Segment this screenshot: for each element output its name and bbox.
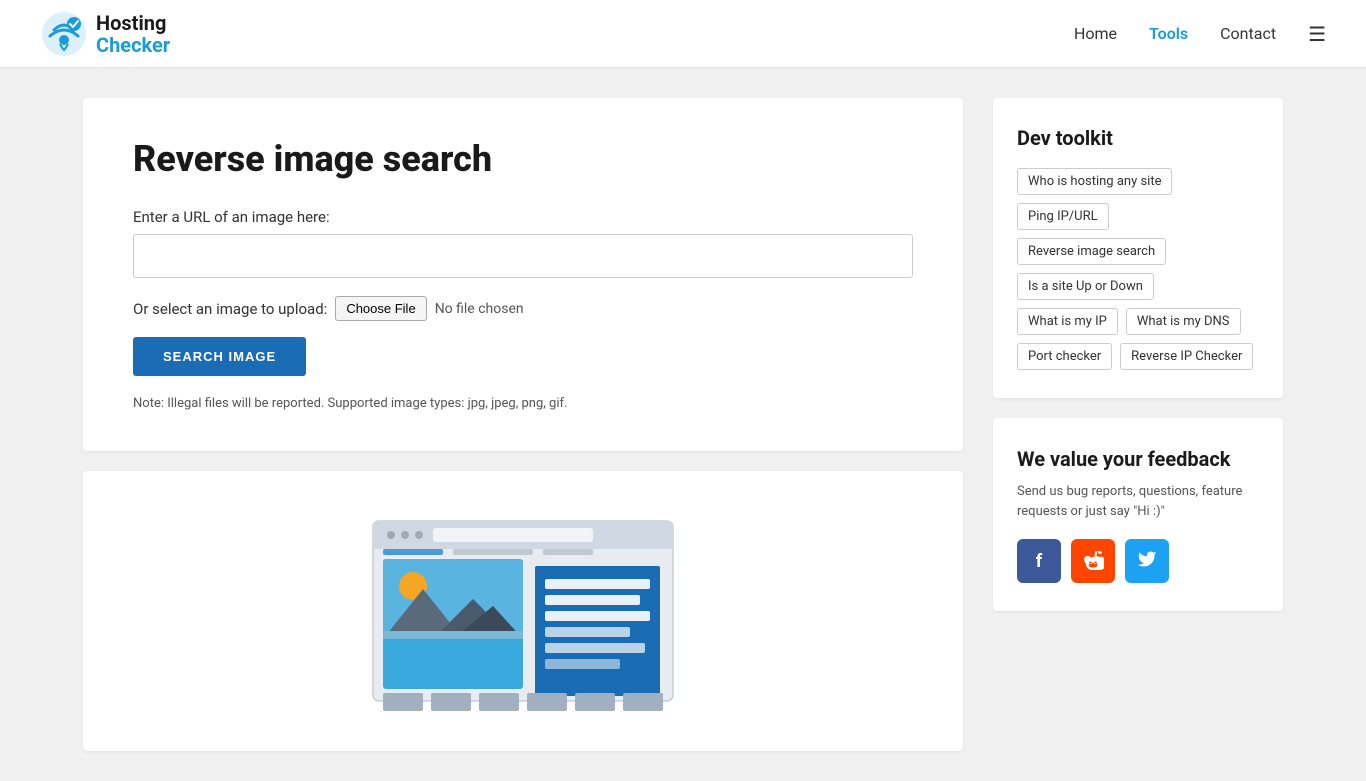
social-icons: f xyxy=(1017,539,1259,583)
search-card: Reverse image search Enter a URL of an i… xyxy=(83,98,963,451)
reddit-icon xyxy=(1082,548,1104,575)
nav-contact[interactable]: Contact xyxy=(1220,24,1276,43)
toolkit-tag[interactable]: What is my IP xyxy=(1017,308,1118,335)
logo[interactable]: Hosting Checker xyxy=(40,10,170,58)
twitter-button[interactable] xyxy=(1125,539,1169,583)
search-image-button[interactable]: SEARCH IMAGE xyxy=(133,337,306,376)
main-content: Reverse image search Enter a URL of an i… xyxy=(83,98,963,751)
logo-checker-text: Checker xyxy=(96,34,170,56)
header: Hosting Checker Home Tools Contact ☰ xyxy=(0,0,1366,68)
illustration-card xyxy=(83,471,963,751)
toolkit-tag[interactable]: Reverse IP Checker xyxy=(1120,343,1253,370)
reddit-button[interactable] xyxy=(1071,539,1115,583)
logo-hosting-text: Hosting xyxy=(96,12,170,34)
url-input-label: Enter a URL of an image here: xyxy=(133,208,913,226)
illustration-svg xyxy=(353,511,693,711)
no-file-text: No file chosen xyxy=(435,301,524,317)
hamburger-icon[interactable]: ☰ xyxy=(1308,22,1326,46)
page-title: Reverse image search xyxy=(133,138,913,180)
sidebar: Dev toolkit Who is hosting any site Ping … xyxy=(993,98,1283,611)
file-upload-row: Or select an image to upload: Choose Fil… xyxy=(133,296,913,321)
toolkit-tag[interactable]: What is my DNS xyxy=(1126,308,1241,335)
toolkit-tag[interactable]: Who is hosting any site xyxy=(1017,168,1172,195)
nav-tools[interactable]: Tools xyxy=(1149,24,1188,43)
facebook-icon: f xyxy=(1036,551,1042,572)
nav-home[interactable]: Home xyxy=(1074,24,1117,43)
feedback-title: We value your feedback xyxy=(1017,446,1259,472)
toolkit-tag[interactable]: Port checker xyxy=(1017,343,1112,370)
main-nav: Home Tools Contact ☰ xyxy=(1074,22,1326,46)
choose-file-button[interactable]: Choose File xyxy=(335,296,426,321)
facebook-button[interactable]: f xyxy=(1017,539,1061,583)
dev-toolkit-card: Dev toolkit Who is hosting any site Ping … xyxy=(993,98,1283,398)
toolkit-tag[interactable]: Reverse image search xyxy=(1017,238,1166,265)
feedback-desc: Send us bug reports, questions, feature … xyxy=(1017,482,1259,521)
url-input[interactable] xyxy=(133,234,913,278)
toolkit-title: Dev toolkit xyxy=(1017,126,1259,150)
toolkit-tags: Who is hosting any site Ping IP/URL Revers… xyxy=(1017,168,1259,370)
note-text: Note: Illegal files will be reported. Su… xyxy=(133,396,913,411)
toolkit-tag[interactable]: Ping IP/URL xyxy=(1017,203,1109,230)
logo-icon xyxy=(40,10,88,58)
twitter-icon xyxy=(1137,549,1157,574)
toolkit-tag[interactable]: Is a site Up or Down xyxy=(1017,273,1154,300)
file-upload-label: Or select an image to upload: xyxy=(133,300,327,318)
page-container: Reverse image search Enter a URL of an i… xyxy=(43,68,1323,781)
feedback-card: We value your feedback Send us bug repor… xyxy=(993,418,1283,611)
